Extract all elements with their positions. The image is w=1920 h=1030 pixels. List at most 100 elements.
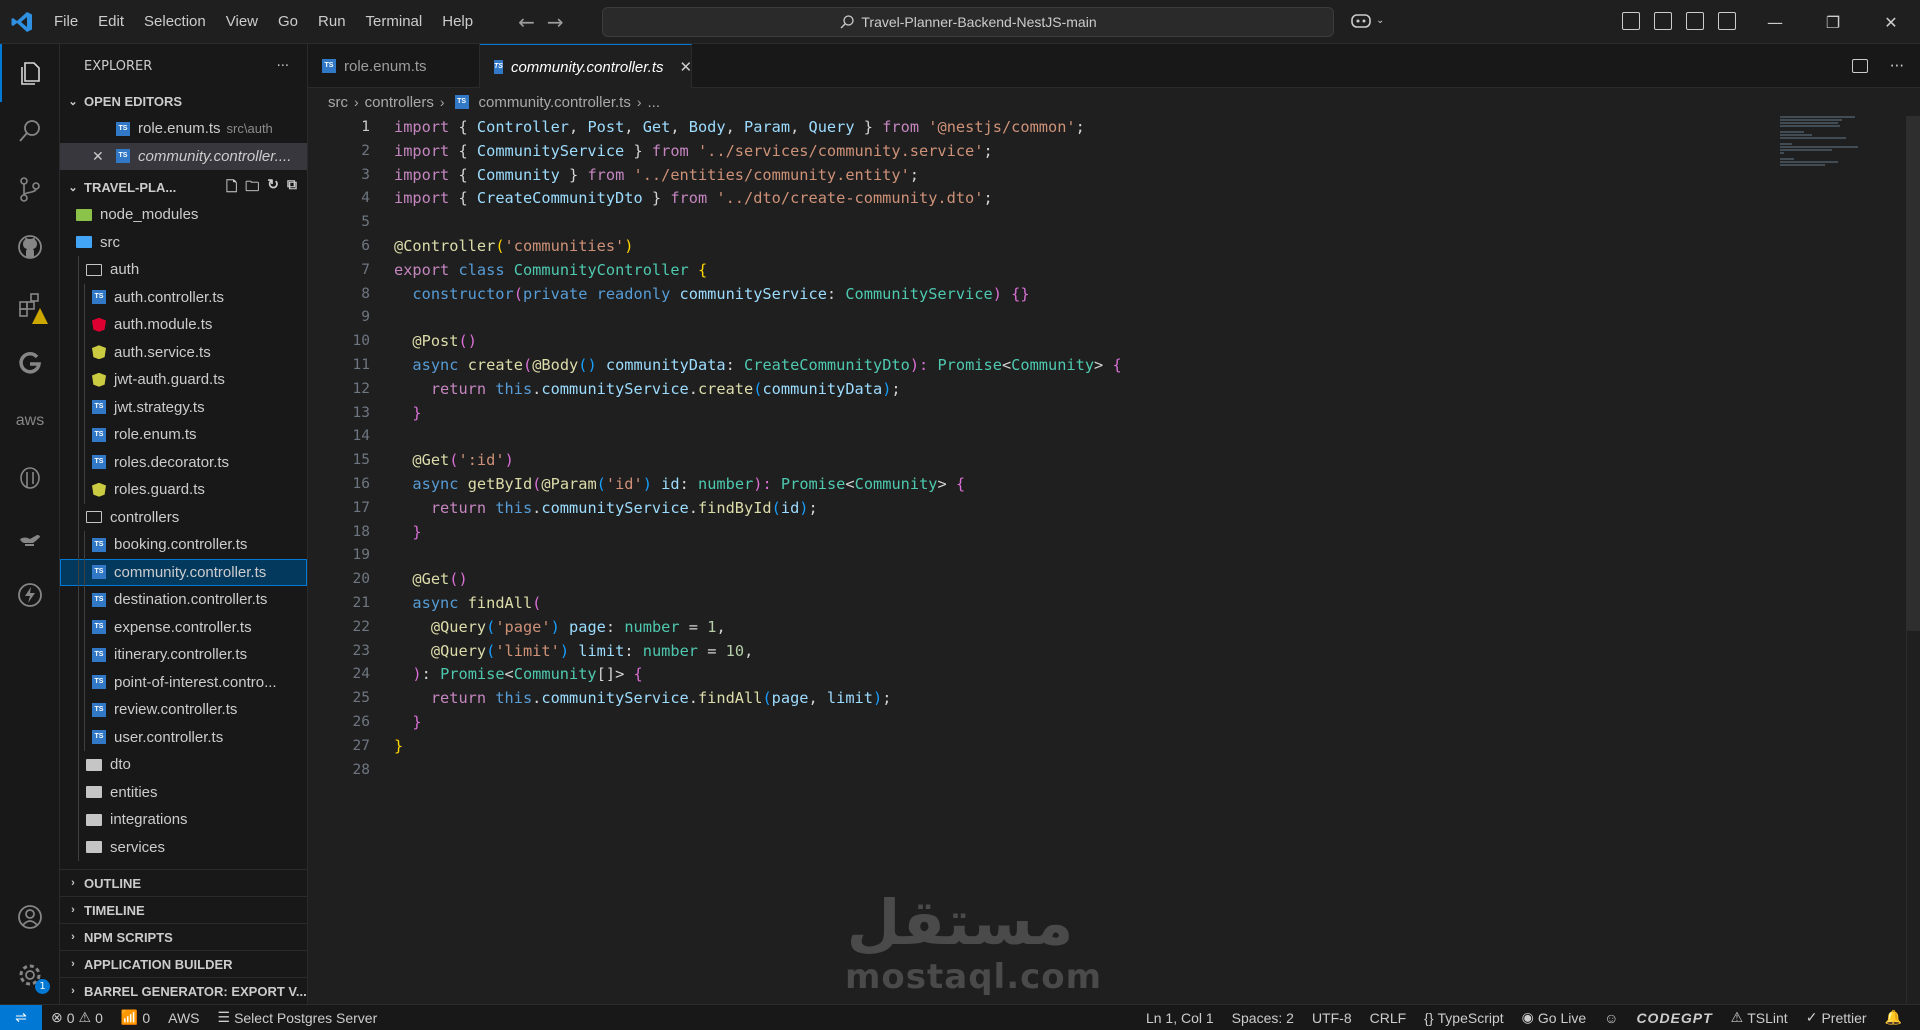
vertical-scrollbar[interactable] [1906,116,1920,1004]
thunder-client-icon[interactable] [0,566,60,624]
split-editor-icon[interactable] [1851,58,1868,73]
menu-view[interactable]: View [216,0,268,44]
scrollbar-thumb[interactable] [1906,116,1920,631]
tree-file[interactable]: roles.guard.ts [60,476,307,504]
code-area[interactable]: import { Controller, Post, Get, Body, Pa… [394,116,1122,782]
tree-file[interactable]: TS itinerary.controller.ts [60,641,307,669]
indentation[interactable]: Spaces: 2 [1223,1010,1303,1026]
outline-section[interactable]: › OUTLINE [60,869,307,896]
language-mode[interactable]: {} TypeScript [1415,1010,1513,1026]
aws-status[interactable]: AWS [159,1010,208,1026]
tree-file[interactable]: TS point-of-interest.contro... [60,668,307,696]
accounts-icon[interactable] [0,888,60,946]
toggle-secondary-sidebar-icon[interactable] [1686,12,1704,30]
menu-terminal[interactable]: Terminal [356,0,433,44]
prettier-status[interactable]: ✓ Prettier [1797,1009,1876,1026]
breadcrumb-controllers[interactable]: controllers [365,94,434,111]
ports-indicator[interactable]: 📶 0 [112,1009,159,1026]
customize-layout-icon[interactable] [1718,12,1736,30]
open-editor-item[interactable]: TS role.enum.ts src\auth [60,115,307,143]
tree-folder-dto[interactable]: dto [60,751,307,779]
menu-file[interactable]: File [44,0,88,44]
genie-lamp-icon[interactable] [0,508,60,566]
new-file-icon[interactable]: 🗋 [226,176,237,200]
tree-folder-controllers[interactable]: controllers [60,503,307,531]
tree-file[interactable]: TS role.enum.ts [60,421,307,449]
tree-file[interactable]: TS jwt.strategy.ts [60,393,307,421]
menu-go[interactable]: Go [268,0,308,44]
breadcrumb-symbol[interactable]: ... [648,94,661,111]
barrel-generator-section[interactable]: › BARREL GENERATOR: EXPORT V... [60,977,307,1004]
application-builder-section[interactable]: › APPLICATION BUILDER [60,950,307,977]
code-editor[interactable]: 1 2 3 4 5 6 7 8 9 10 11 12 13 14 15 16 17 18 19 20 21 22 23 24 2… [308,116,1920,1004]
manage-gear-icon[interactable]: 1 [0,946,60,1004]
tree-file[interactable]: auth.module.ts [60,311,307,339]
close-editor-icon[interactable]: ✕ [92,148,116,165]
tree-folder-services[interactable]: services [60,833,307,861]
tree-folder-auth[interactable]: auth [60,256,307,284]
source-control-icon[interactable] [0,160,60,218]
tab-community-controller[interactable]: TS community.controller.ts ✕ [480,44,692,89]
go-live-button[interactable]: ◉ Go Live [1513,1009,1595,1026]
forward-arrow-icon[interactable]: → [547,10,564,34]
timeline-section[interactable]: › TIMELINE [60,896,307,923]
command-center-search[interactable]: Travel-Planner-Backend-NestJS-main [602,7,1334,37]
tslint-status[interactable]: ⚠ TSLint [1722,1009,1797,1026]
close-tab-icon[interactable]: ✕ [680,58,693,76]
search-icon[interactable] [0,102,60,160]
line-ending[interactable]: CRLF [1361,1010,1416,1026]
codegpt-status[interactable]: CODEGPT [1627,1010,1721,1026]
open-editors-header[interactable]: ⌄ OPEN EDITORS [60,88,307,115]
tab-role-enum[interactable]: TS role.enum.ts [308,44,480,88]
project-header[interactable]: ⌄ TRAVEL-PLA... 🗋 🗀 ↻ ⧉ [60,174,307,201]
menu-help[interactable]: Help [432,0,483,44]
menu-selection[interactable]: Selection [134,0,216,44]
extensions-icon[interactable] [0,276,60,334]
postgres-status[interactable]: ☰ Select Postgres Server [209,1009,387,1026]
back-arrow-icon[interactable]: ← [518,10,535,34]
aws-icon[interactable]: aws [0,392,60,450]
cursor-position[interactable]: Ln 1, Col 1 [1137,1010,1223,1026]
postgres-icon[interactable] [0,450,60,508]
explorer-icon[interactable] [0,44,60,102]
minimap[interactable] [1780,116,1870,176]
menu-edit[interactable]: Edit [88,0,134,44]
tree-file[interactable]: TS review.controller.ts [60,696,307,724]
more-actions-icon[interactable]: ··· [277,59,289,74]
toggle-primary-sidebar-icon[interactable] [1622,12,1640,30]
tree-folder-entities[interactable]: entities [60,778,307,806]
copilot-button[interactable]: ⌄ [1350,10,1384,30]
problems-indicator[interactable]: ⊗ 0 ⚠ 0 [42,1009,112,1026]
npm-scripts-section[interactable]: › NPM SCRIPTS [60,923,307,950]
tree-file[interactable]: TS expense.controller.ts [60,613,307,641]
close-window-icon[interactable]: ✕ [1862,0,1920,44]
copilot-status-icon[interactable]: ☺ [1595,1010,1627,1026]
tree-folder-src[interactable]: src [60,229,307,257]
notifications-bell-icon[interactable]: 🔔 [1876,1009,1920,1026]
tree-file[interactable]: jwt-auth.guard.ts [60,366,307,394]
restore-icon[interactable]: ❐ [1804,0,1862,44]
github-icon[interactable] [0,218,60,276]
tree-file[interactable]: auth.service.ts [60,338,307,366]
tree-file[interactable]: TS auth.controller.ts [60,283,307,311]
encoding[interactable]: UTF-8 [1303,1010,1361,1026]
toggle-panel-icon[interactable] [1654,12,1672,30]
refresh-icon[interactable]: ↻ [267,176,279,200]
tree-file[interactable]: TS roles.decorator.ts [60,448,307,476]
breadcrumb-src[interactable]: src [328,94,348,111]
new-folder-icon[interactable]: 🗀 [245,176,259,200]
tree-folder-integrations[interactable]: integrations [60,806,307,834]
minimize-icon[interactable]: — [1746,0,1804,44]
more-actions-icon[interactable]: ··· [1890,57,1904,75]
menu-run[interactable]: Run [308,0,356,44]
tree-file[interactable]: TS booking.controller.ts [60,531,307,559]
tree-file[interactable]: TS community.controller.ts [60,558,307,586]
breadcrumb-file[interactable]: community.controller.ts [479,94,631,111]
tree-file[interactable]: TS user.controller.ts [60,723,307,751]
tree-file[interactable]: TS destination.controller.ts [60,586,307,614]
open-editor-item[interactable]: ✕ TS community.controller.... [60,142,307,170]
tree-folder-node-modules[interactable]: node_modules [60,201,307,229]
gitlens-icon[interactable] [0,334,60,392]
remote-icon[interactable]: ⇌ [0,1004,42,1030]
collapse-all-icon[interactable]: ⧉ [287,176,297,200]
